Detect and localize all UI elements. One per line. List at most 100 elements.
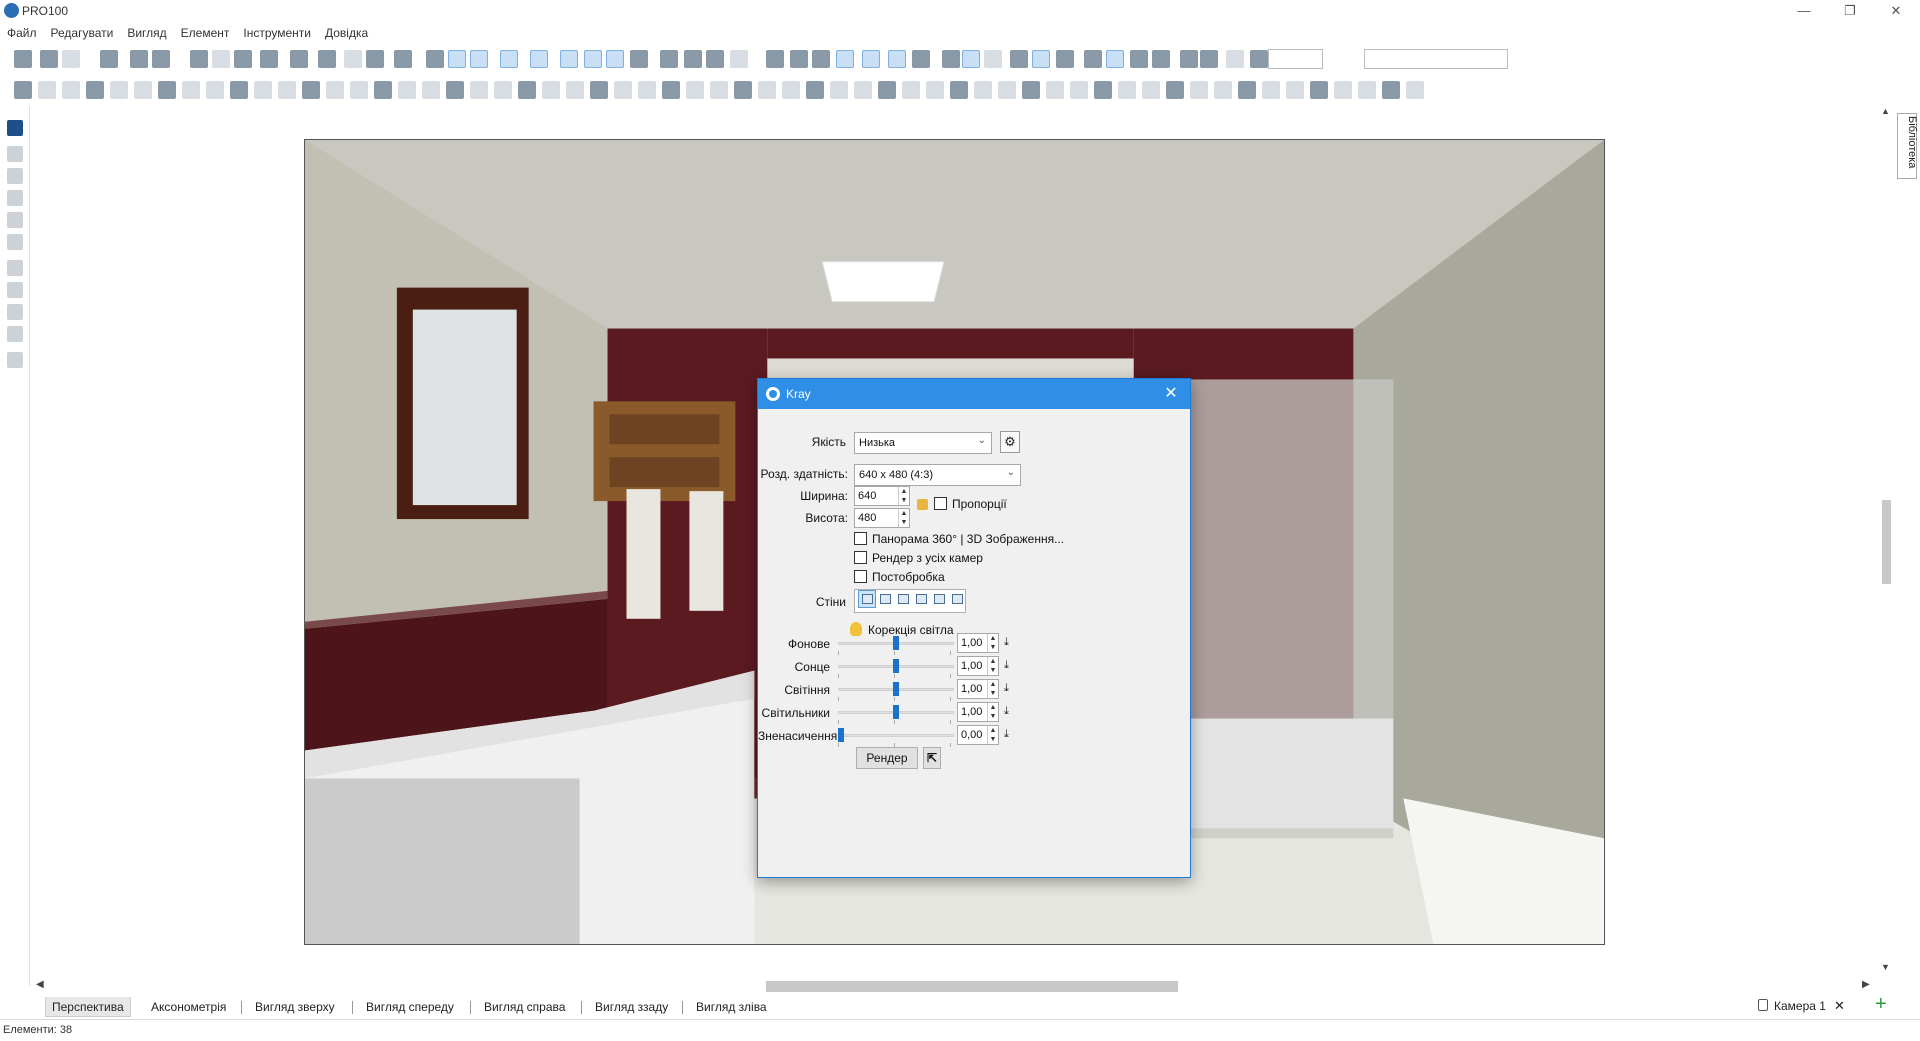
tb1-button-27-icon[interactable] <box>730 50 748 68</box>
lamps-spinner-icon[interactable]: ▲ ▼ <box>987 703 998 721</box>
tb2-button-45-icon[interactable] <box>1094 81 1112 99</box>
tb1-button-19-icon[interactable] <box>530 50 548 68</box>
tb2-button-31-icon[interactable] <box>758 81 776 99</box>
tab-axonometry[interactable]: Аксонометрія <box>145 997 232 1017</box>
tb1-button-14-icon[interactable] <box>394 50 412 68</box>
tb1-button-8-icon[interactable] <box>234 50 252 68</box>
tb1-button-26-icon[interactable] <box>706 50 724 68</box>
tb1-button-25-icon[interactable] <box>684 50 702 68</box>
menu-edit[interactable]: Редагувати <box>44 22 121 40</box>
height-spinner-icon[interactable]: ▲ ▼ <box>898 509 909 527</box>
proportions-checkbox[interactable] <box>934 497 947 510</box>
glow-slider[interactable] <box>838 680 954 701</box>
tb2-button-5-icon[interactable] <box>134 81 152 99</box>
lamps-slider-knob[interactable] <box>893 705 899 719</box>
tb1-button-23-icon[interactable] <box>630 50 648 68</box>
tb1-button-3-icon[interactable] <box>100 50 118 68</box>
vertical-scrollbar[interactable]: ▲ ▼ <box>1878 106 1894 974</box>
scroll-down-icon[interactable]: ▼ <box>1881 962 1890 972</box>
eyedropper-tool-icon[interactable] <box>7 212 23 228</box>
tb2-button-8-icon[interactable] <box>206 81 224 99</box>
camera-tab[interactable]: Камера 1 ✕ <box>1758 996 1848 1016</box>
tb2-button-0-icon[interactable] <box>14 81 32 99</box>
tb2-button-36-icon[interactable] <box>878 81 896 99</box>
horizontal-scrollbar[interactable]: ◀ ▶ <box>32 978 1878 994</box>
lamps-value-input[interactable]: 1,00 ▲ ▼ <box>957 702 999 722</box>
dialog-close-button[interactable]: ✕ <box>1160 383 1182 405</box>
tb2-button-18-icon[interactable] <box>446 81 464 99</box>
tb1-button-38-icon[interactable] <box>1010 50 1028 68</box>
tb2-button-54-icon[interactable] <box>1310 81 1328 99</box>
dialog-title-bar[interactable]: Kray ✕ <box>758 379 1190 409</box>
tb1-button-16-icon[interactable] <box>448 50 466 68</box>
tb1-button-37-icon[interactable] <box>984 50 1002 68</box>
tb2-button-49-icon[interactable] <box>1190 81 1208 99</box>
glow-reset-icon[interactable]: ⤓ <box>1004 682 1009 695</box>
ambient-reset-icon[interactable]: ⤓ <box>1004 636 1009 649</box>
scroll-right-icon[interactable]: ▶ <box>1862 979 1870 990</box>
desaturation-reset-icon[interactable]: ⤓ <box>1004 728 1009 741</box>
tb1-button-33-icon[interactable] <box>888 50 906 68</box>
tb1-button-17-icon[interactable] <box>470 50 488 68</box>
tb1-button-5-icon[interactable] <box>152 50 170 68</box>
tb2-button-29-icon[interactable] <box>710 81 728 99</box>
tb1-button-24-icon[interactable] <box>660 50 678 68</box>
tb2-button-25-icon[interactable] <box>614 81 632 99</box>
tb2-button-14-icon[interactable] <box>350 81 368 99</box>
tool-7-icon[interactable] <box>7 282 23 298</box>
tb1-button-12-icon[interactable] <box>344 50 362 68</box>
menu-tools[interactable]: Інструменти <box>236 22 318 40</box>
tb1-button-4-icon[interactable] <box>130 50 148 68</box>
quality-settings-gear-icon[interactable]: ⚙ <box>1000 431 1020 453</box>
tb1-button-1-icon[interactable] <box>40 50 58 68</box>
tb1-button-0-icon[interactable] <box>14 50 32 68</box>
tb1-button-40-icon[interactable] <box>1056 50 1074 68</box>
tb2-button-56-icon[interactable] <box>1358 81 1376 99</box>
tb2-button-23-icon[interactable] <box>566 81 584 99</box>
tb2-button-35-icon[interactable] <box>854 81 872 99</box>
tb1-button-43-icon[interactable] <box>1130 50 1148 68</box>
tool-6-icon[interactable] <box>7 260 23 276</box>
tb1-button-30-icon[interactable] <box>812 50 830 68</box>
desaturation-slider[interactable] <box>838 726 954 747</box>
walls-option-2-icon[interactable] <box>876 590 894 608</box>
tb1-button-6-icon[interactable] <box>190 50 208 68</box>
tb2-button-30-icon[interactable] <box>734 81 752 99</box>
tb2-button-19-icon[interactable] <box>470 81 488 99</box>
render-button[interactable]: Рендер <box>856 747 918 769</box>
width-input[interactable]: 640 ▲ ▼ <box>854 486 910 506</box>
tb2-button-39-icon[interactable] <box>950 81 968 99</box>
tb2-button-1-icon[interactable] <box>38 81 56 99</box>
tb2-button-53-icon[interactable] <box>1286 81 1304 99</box>
close-button[interactable]: ✕ <box>1878 0 1914 22</box>
tb2-button-47-icon[interactable] <box>1142 81 1160 99</box>
add-camera-button[interactable]: + <box>1875 994 1887 1014</box>
tool-5-icon[interactable] <box>7 234 23 250</box>
tool-9-icon[interactable] <box>7 326 23 342</box>
tb2-button-6-icon[interactable] <box>158 81 176 99</box>
tb2-button-3-icon[interactable] <box>86 81 104 99</box>
minimize-button[interactable]: — <box>1786 0 1822 22</box>
lock-icon[interactable] <box>917 499 928 510</box>
tb2-button-16-icon[interactable] <box>398 81 416 99</box>
tb1-button-48-icon[interactable] <box>1250 50 1268 68</box>
scroll-up-icon[interactable]: ▲ <box>1881 106 1890 116</box>
sun-reset-icon[interactable]: ⤓ <box>1004 659 1009 672</box>
walls-option-1-icon[interactable] <box>858 590 876 608</box>
library-tab[interactable]: Бібліотека <box>1897 113 1918 179</box>
tb2-button-24-icon[interactable] <box>590 81 608 99</box>
glow-slider-knob[interactable] <box>893 682 899 696</box>
tb1-button-2-icon[interactable] <box>62 50 80 68</box>
tb1-button-42-icon[interactable] <box>1106 50 1124 68</box>
ambient-slider-knob[interactable] <box>893 636 899 650</box>
select-tool-icon[interactable] <box>7 120 23 136</box>
menu-element[interactable]: Елемент <box>174 22 237 40</box>
tb2-button-51-icon[interactable] <box>1238 81 1256 99</box>
tb2-button-32-icon[interactable] <box>782 81 800 99</box>
render-options-icon[interactable]: ⇱ <box>923 747 941 769</box>
tb2-button-7-icon[interactable] <box>182 81 200 99</box>
insert-tool-icon[interactable] <box>7 146 23 162</box>
resolution-select[interactable]: 640 x 480 (4:3) ⌄ <box>854 464 1021 486</box>
tb2-button-50-icon[interactable] <box>1214 81 1232 99</box>
desaturation-spinner-icon[interactable]: ▲ ▼ <box>987 726 998 744</box>
